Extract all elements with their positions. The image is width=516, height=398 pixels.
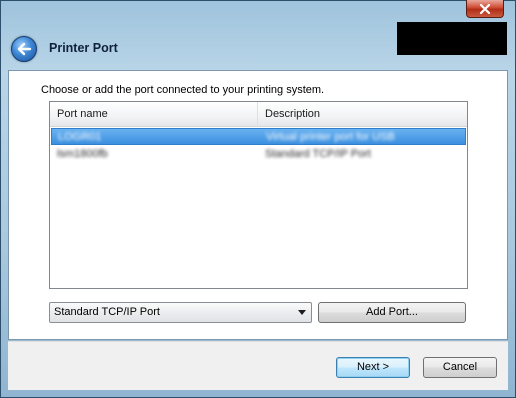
chevron-down-icon <box>298 310 306 315</box>
cancel-button[interactable]: Cancel <box>423 357 497 378</box>
list-header: Port name Description <box>50 102 467 127</box>
port-name-cell: LOGR01 <box>58 131 102 143</box>
port-name-cell: lsm1800fb <box>57 148 108 160</box>
description-cell: Virtual printer port for USB <box>266 131 395 143</box>
port-type-select[interactable]: Standard TCP/IP Port <box>49 302 312 323</box>
back-arrow-icon <box>17 42 32 56</box>
column-header-description[interactable]: Description <box>258 102 467 127</box>
column-header-port-name[interactable]: Port name <box>50 102 258 127</box>
port-type-selected-value: Standard TCP/IP Port <box>54 306 160 318</box>
table-row[interactable]: LOGR01 Virtual printer port for USB <box>51 128 466 145</box>
wizard-header: Printer Port <box>8 22 508 70</box>
close-icon <box>479 3 491 14</box>
add-port-button[interactable]: Add Port... <box>318 302 466 323</box>
redacted-region <box>397 22 507 55</box>
close-button[interactable] <box>466 0 504 18</box>
back-button[interactable] <box>11 36 37 62</box>
instruction-text: Choose or add the port connected to your… <box>41 84 325 96</box>
page-title: Printer Port <box>49 41 118 55</box>
description-cell: Standard TCP/IP Port <box>265 148 371 160</box>
table-row[interactable]: lsm1800fb Standard TCP/IP Port <box>51 146 466 163</box>
ports-list[interactable]: Port name Description LOGR01 Virtual pri… <box>49 101 468 289</box>
next-button[interactable]: Next > <box>336 357 410 378</box>
